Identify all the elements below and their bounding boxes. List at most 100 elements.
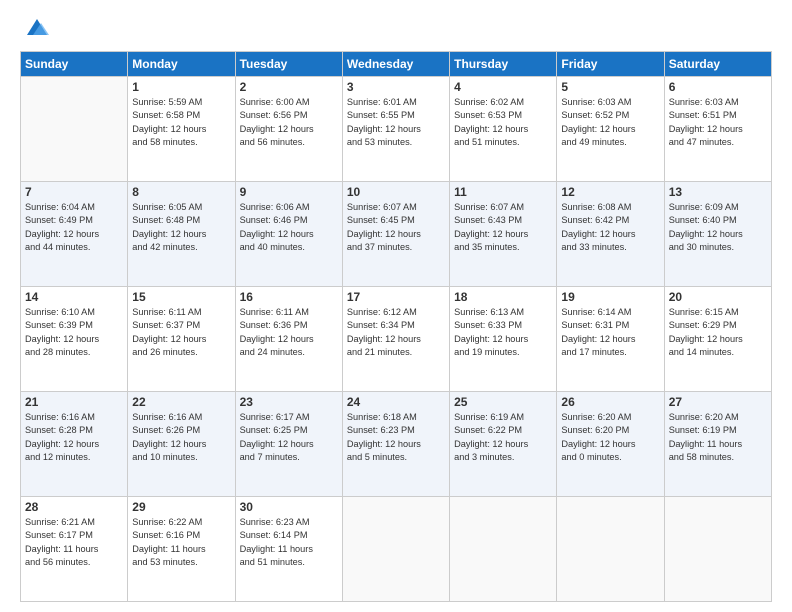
calendar-cell: 2 Sunrise: 6:00 AMSunset: 6:56 PMDaylight… [235,77,342,182]
cell-content: Sunrise: 6:18 AMSunset: 6:23 PMDaylight:… [347,411,445,464]
calendar-cell: 30 Sunrise: 6:23 AMSunset: 6:14 PMDayligh… [235,497,342,602]
calendar-week-row: 7 Sunrise: 6:04 AMSunset: 6:49 PMDaylight… [21,182,772,287]
day-number: 19 [561,290,659,304]
day-number: 2 [240,80,338,94]
calendar-cell: 4 Sunrise: 6:02 AMSunset: 6:53 PMDaylight… [450,77,557,182]
day-number: 7 [25,185,123,199]
cell-content: Sunrise: 6:04 AMSunset: 6:49 PMDaylight:… [25,201,123,254]
calendar-cell: 23Sunrise: 6:17 AMSunset: 6:25 PMDayligh… [235,392,342,497]
day-number: 15 [132,290,230,304]
calendar-cell: 12 Sunrise: 6:08 AMSunset: 6:42 PMDayligh… [557,182,664,287]
calendar-cell: 5 Sunrise: 6:03 AMSunset: 6:52 PMDaylight… [557,77,664,182]
day-number: 1 [132,80,230,94]
day-number: 9 [240,185,338,199]
cell-content: Sunrise: 6:16 AMSunset: 6:26 PMDaylight:… [132,411,230,464]
day-number: 21 [25,395,123,409]
cell-content: Sunrise: 6:07 AMSunset: 6:43 PMDaylight:… [454,201,552,254]
day-number: 5 [561,80,659,94]
calendar-cell: 3 Sunrise: 6:01 AMSunset: 6:55 PMDaylight… [342,77,449,182]
calendar-day-header: Friday [557,52,664,77]
day-number: 18 [454,290,552,304]
cell-content: Sunrise: 6:08 AMSunset: 6:42 PMDaylight:… [561,201,659,254]
calendar-cell: 29 Sunrise: 6:22 AMSunset: 6:16 PMDayligh… [128,497,235,602]
cell-content: Sunrise: 6:06 AMSunset: 6:46 PMDaylight:… [240,201,338,254]
cell-content: Sunrise: 5:59 AMSunset: 6:58 PMDaylight:… [132,96,230,149]
calendar-week-row: 14 Sunrise: 6:10 AMSunset: 6:39 PMDayligh… [21,287,772,392]
logo-icon [23,13,51,41]
calendar-day-header: Monday [128,52,235,77]
day-number: 25 [454,395,552,409]
calendar-cell [342,497,449,602]
logo [20,18,51,41]
calendar-cell: 9 Sunrise: 6:06 AMSunset: 6:46 PMDaylight… [235,182,342,287]
calendar-cell: 13 Sunrise: 6:09 AMSunset: 6:40 PMDayligh… [664,182,771,287]
cell-content: Sunrise: 6:02 AMSunset: 6:53 PMDaylight:… [454,96,552,149]
calendar-cell: 16 Sunrise: 6:11 AMSunset: 6:36 PMDayligh… [235,287,342,392]
day-number: 28 [25,500,123,514]
cell-content: Sunrise: 6:14 AMSunset: 6:31 PMDaylight:… [561,306,659,359]
day-number: 16 [240,290,338,304]
cell-content: Sunrise: 6:23 AMSunset: 6:14 PMDaylight:… [240,516,338,569]
cell-content: Sunrise: 6:21 AMSunset: 6:17 PMDaylight:… [25,516,123,569]
cell-content: Sunrise: 6:03 AMSunset: 6:52 PMDaylight:… [561,96,659,149]
day-number: 6 [669,80,767,94]
calendar-cell: 15 Sunrise: 6:11 AMSunset: 6:37 PMDayligh… [128,287,235,392]
calendar-cell: 26Sunrise: 6:20 AMSunset: 6:20 PMDayligh… [557,392,664,497]
header [20,18,772,41]
cell-content: Sunrise: 6:00 AMSunset: 6:56 PMDaylight:… [240,96,338,149]
calendar-cell [21,77,128,182]
calendar-cell: 18Sunrise: 6:13 AMSunset: 6:33 PMDayligh… [450,287,557,392]
cell-content: Sunrise: 6:19 AMSunset: 6:22 PMDaylight:… [454,411,552,464]
cell-content: Sunrise: 6:12 AMSunset: 6:34 PMDaylight:… [347,306,445,359]
calendar-cell: 19 Sunrise: 6:14 AMSunset: 6:31 PMDayligh… [557,287,664,392]
calendar-day-header: Sunday [21,52,128,77]
calendar-cell: 14 Sunrise: 6:10 AMSunset: 6:39 PMDayligh… [21,287,128,392]
cell-content: Sunrise: 6:15 AMSunset: 6:29 PMDaylight:… [669,306,767,359]
day-number: 20 [669,290,767,304]
calendar-day-header: Saturday [664,52,771,77]
cell-content: Sunrise: 6:16 AMSunset: 6:28 PMDaylight:… [25,411,123,464]
cell-content: Sunrise: 6:11 AMSunset: 6:37 PMDaylight:… [132,306,230,359]
calendar-cell: 24 Sunrise: 6:18 AMSunset: 6:23 PMDayligh… [342,392,449,497]
day-number: 14 [25,290,123,304]
calendar-cell [450,497,557,602]
calendar-cell: 28 Sunrise: 6:21 AMSunset: 6:17 PMDayligh… [21,497,128,602]
calendar-cell: 1 Sunrise: 5:59 AMSunset: 6:58 PMDaylight… [128,77,235,182]
day-number: 29 [132,500,230,514]
day-number: 13 [669,185,767,199]
calendar-cell [664,497,771,602]
calendar-cell: 7 Sunrise: 6:04 AMSunset: 6:49 PMDaylight… [21,182,128,287]
calendar-day-header: Wednesday [342,52,449,77]
cell-content: Sunrise: 6:07 AMSunset: 6:45 PMDaylight:… [347,201,445,254]
day-number: 8 [132,185,230,199]
day-number: 23 [240,395,338,409]
calendar-week-row: 28 Sunrise: 6:21 AMSunset: 6:17 PMDayligh… [21,497,772,602]
calendar-week-row: 1 Sunrise: 5:59 AMSunset: 6:58 PMDaylight… [21,77,772,182]
calendar-cell: 10 Sunrise: 6:07 AMSunset: 6:45 PMDayligh… [342,182,449,287]
day-number: 10 [347,185,445,199]
day-number: 27 [669,395,767,409]
cell-content: Sunrise: 6:22 AMSunset: 6:16 PMDaylight:… [132,516,230,569]
calendar-cell [557,497,664,602]
calendar-cell: 8Sunrise: 6:05 AMSunset: 6:48 PMDaylight… [128,182,235,287]
day-number: 11 [454,185,552,199]
cell-content: Sunrise: 6:09 AMSunset: 6:40 PMDaylight:… [669,201,767,254]
calendar-cell: 21 Sunrise: 6:16 AMSunset: 6:28 PMDayligh… [21,392,128,497]
calendar-cell: 20 Sunrise: 6:15 AMSunset: 6:29 PMDayligh… [664,287,771,392]
calendar-day-header: Tuesday [235,52,342,77]
calendar-cell: 11 Sunrise: 6:07 AMSunset: 6:43 PMDayligh… [450,182,557,287]
day-number: 17 [347,290,445,304]
day-number: 3 [347,80,445,94]
cell-content: Sunrise: 6:03 AMSunset: 6:51 PMDaylight:… [669,96,767,149]
day-number: 12 [561,185,659,199]
calendar-cell: 27Sunrise: 6:20 AMSunset: 6:19 PMDayligh… [664,392,771,497]
day-number: 24 [347,395,445,409]
cell-content: Sunrise: 6:10 AMSunset: 6:39 PMDaylight:… [25,306,123,359]
calendar-table: SundayMondayTuesdayWednesdayThursdayFrid… [20,51,772,602]
cell-content: Sunrise: 6:11 AMSunset: 6:36 PMDaylight:… [240,306,338,359]
cell-content: Sunrise: 6:01 AMSunset: 6:55 PMDaylight:… [347,96,445,149]
page: SundayMondayTuesdayWednesdayThursdayFrid… [0,0,792,612]
day-number: 4 [454,80,552,94]
calendar-cell: 17 Sunrise: 6:12 AMSunset: 6:34 PMDayligh… [342,287,449,392]
day-number: 30 [240,500,338,514]
